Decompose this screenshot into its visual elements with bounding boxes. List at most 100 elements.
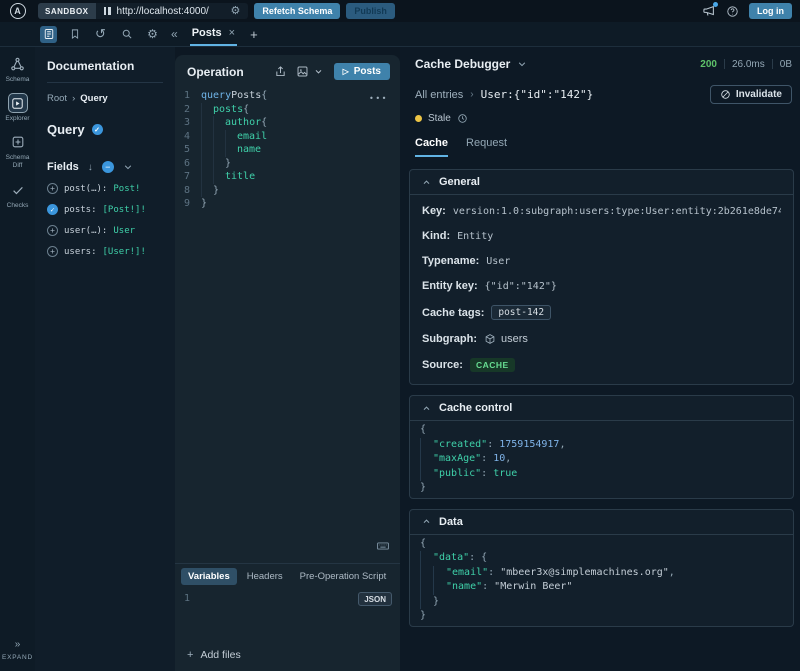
field-item-users-[interactable]: + users: [User!]! xyxy=(47,246,163,257)
cache-breadcrumb: All entries › User:{"id":"142"} Invalida… xyxy=(400,73,800,104)
circle-plus-icon[interactable]: + xyxy=(47,183,58,194)
schema-icon xyxy=(8,54,28,74)
field-item-posts-[interactable]: ✓posts:[Post!]! xyxy=(47,204,163,215)
tab-posts[interactable]: Posts × xyxy=(190,22,237,46)
code-token: } xyxy=(201,197,207,211)
general-row-entity-key-: Entity key:{"id":"142"} xyxy=(422,280,781,292)
chevron-up-icon xyxy=(422,404,431,413)
cache-control-json: {"created": 1759154917,"maxAge": 10,"pub… xyxy=(410,421,793,498)
json-token: 10 xyxy=(493,453,505,464)
tab-headers[interactable]: Headers xyxy=(240,568,290,585)
sort-arrow-icon[interactable]: ↓ xyxy=(88,162,93,173)
line-number: 7 xyxy=(175,170,201,184)
line-menu-icon[interactable]: ••• xyxy=(369,92,388,106)
field-label: Entity key: xyxy=(422,280,478,292)
login-button[interactable]: Log in xyxy=(749,3,792,19)
indent-guide xyxy=(225,143,237,157)
all-entries-link[interactable]: All entries xyxy=(415,89,463,101)
run-operation-button[interactable]: ▷ Posts xyxy=(334,63,390,80)
tab-cache[interactable]: Cache xyxy=(415,137,448,157)
sidebar-item-checks[interactable]: Checks xyxy=(0,180,35,210)
chevron-up-icon xyxy=(422,178,431,187)
new-tab-button[interactable]: + xyxy=(250,22,258,46)
announcements-megaphone-icon[interactable] xyxy=(702,4,716,18)
circle-plus-icon[interactable]: + xyxy=(47,246,58,257)
field-value: version:1.0:subgraph:users:type:User:ent… xyxy=(453,206,781,217)
variables-editor[interactable]: 1 JSON xyxy=(175,589,400,641)
tab-request[interactable]: Request xyxy=(466,137,507,157)
sidebar-item-label: Explorer xyxy=(5,115,29,123)
json-token: , xyxy=(505,453,511,464)
field-item-user-[interactable]: +user(…):User xyxy=(47,225,163,236)
cache-tag-chip[interactable]: post-142 xyxy=(491,305,551,320)
json-token: "mbeer3x@simplemachines.org" xyxy=(500,567,669,578)
indent-guide xyxy=(420,438,433,453)
collapse-panel-icon[interactable]: « xyxy=(171,22,178,46)
indent-guide xyxy=(201,130,213,144)
code-line: 2posts { xyxy=(175,103,400,117)
code-token: name xyxy=(237,143,261,157)
json-line: { xyxy=(420,423,793,438)
field-item-post-[interactable]: +post(…):Post! xyxy=(47,183,163,194)
breadcrumb-root[interactable]: Root xyxy=(47,93,67,104)
cache-control-card-header[interactable]: Cache control xyxy=(410,396,793,421)
operation-title: Operation xyxy=(187,65,265,79)
code-token: author xyxy=(225,116,261,130)
search-icon[interactable] xyxy=(118,26,135,43)
response-size: 0B xyxy=(780,59,792,70)
add-files-button[interactable]: + Add files xyxy=(175,641,400,671)
json-line: "maxAge": 10, xyxy=(420,452,793,467)
code-token: title xyxy=(225,170,255,184)
json-token: : xyxy=(481,468,493,479)
expand-sidebar-button[interactable]: » EXPAND xyxy=(2,639,33,661)
data-card-header[interactable]: Data xyxy=(410,510,793,535)
indent-guide xyxy=(225,130,237,144)
settings-gear-icon[interactable]: ⚙ xyxy=(144,26,161,43)
sidebar-item-explorer[interactable]: Explorer xyxy=(0,93,35,123)
tab-pre-operation-script[interactable]: Pre-Operation Script xyxy=(293,568,394,585)
documentation-panel-icon[interactable] xyxy=(40,26,57,43)
endpoint-bar: SANDBOX ⚙ xyxy=(38,3,248,19)
help-icon[interactable] xyxy=(726,5,739,18)
invalidate-button[interactable]: Invalidate xyxy=(710,85,792,104)
save-icon[interactable] xyxy=(296,65,309,78)
json-line: "public": true xyxy=(420,467,793,482)
share-icon[interactable] xyxy=(274,65,287,78)
sidebar-item-schema[interactable]: Schema xyxy=(0,54,35,84)
chevron-down-icon[interactable] xyxy=(123,162,133,172)
refetch-schema-button[interactable]: Refetch Schema xyxy=(254,3,340,19)
operation-editor[interactable]: 1query Posts {2posts {3author {4email5na… xyxy=(175,86,400,563)
filter-minus-icon[interactable]: − xyxy=(102,161,114,173)
json-token: "created" xyxy=(433,439,487,450)
chevron-down-icon[interactable] xyxy=(314,67,323,76)
keyboard-shortcuts-icon[interactable] xyxy=(376,539,390,558)
indent-guide xyxy=(420,551,433,566)
operation-panel: Operation ▷ Posts 1query Posts {2posts {… xyxy=(175,55,400,671)
general-card-header[interactable]: General xyxy=(410,170,793,195)
json-token: : xyxy=(488,567,500,578)
field-type: [Post!]! xyxy=(103,205,146,215)
json-token: , xyxy=(669,567,675,578)
sandbox-badge: SANDBOX xyxy=(38,3,96,19)
code-token: } xyxy=(213,184,219,198)
sidebar-item-label: Schema xyxy=(6,76,30,84)
sidebar-item-schema-diff[interactable]: Schema Diff xyxy=(0,132,35,170)
close-tab-icon[interactable]: × xyxy=(229,27,235,39)
field-name: users: xyxy=(64,247,97,257)
json-token: "name" xyxy=(446,581,482,592)
tab-variables[interactable]: Variables xyxy=(181,568,237,585)
subgraph-chip[interactable]: users xyxy=(484,333,528,345)
saved-operations-bookmark-icon[interactable] xyxy=(66,26,83,43)
history-icon[interactable]: ↺ xyxy=(92,26,109,43)
json-token: { xyxy=(420,538,426,549)
response-view-dropdown[interactable]: Cache Debugger xyxy=(415,57,527,71)
circle-plus-icon[interactable]: + xyxy=(47,225,58,236)
endpoint-url-input[interactable] xyxy=(117,6,225,17)
apollo-logo[interactable]: A xyxy=(0,3,35,19)
json-token: "data" xyxy=(433,552,469,563)
json-line: } xyxy=(420,481,793,496)
publish-button[interactable]: Publish xyxy=(346,3,395,19)
endpoint-settings-gear-icon[interactable]: ⚙ xyxy=(231,6,241,17)
field-type: [User!]! xyxy=(103,247,146,257)
field-label: Kind: xyxy=(422,230,450,242)
